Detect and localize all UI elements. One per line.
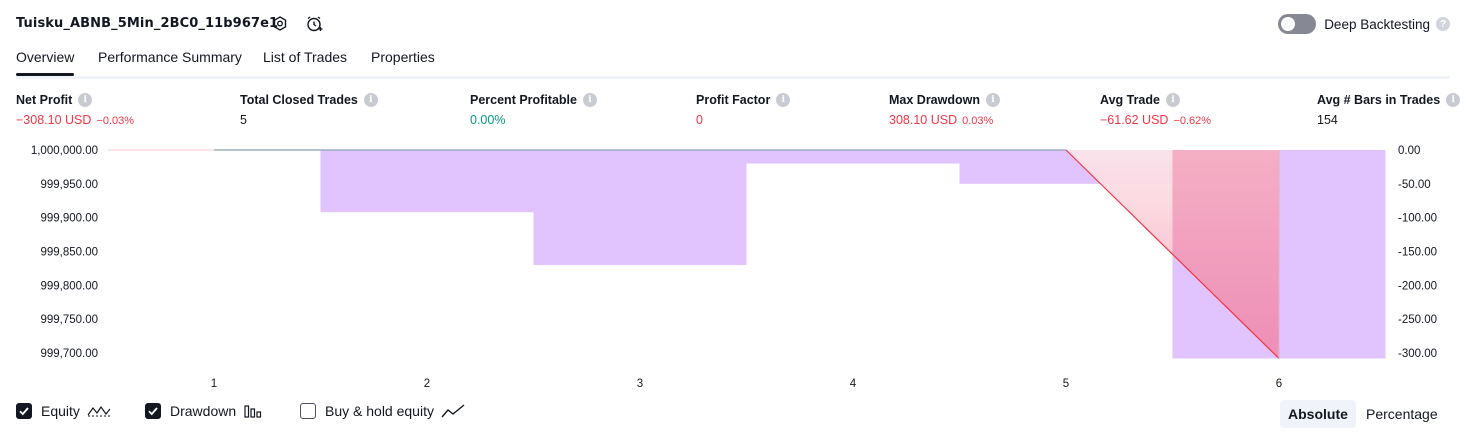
checkbox-checked[interactable]: [145, 403, 161, 419]
metric-profit-factor: Profit Factor i 0: [696, 93, 791, 127]
help-icon[interactable]: ?: [1436, 17, 1450, 31]
metric-value: −61.62 USD: [1100, 113, 1169, 127]
metric-value: 308.10 USD: [889, 113, 958, 127]
deep-backtesting-control: Deep Backtesting ?: [1278, 12, 1450, 36]
left-axis-tick-label: 999,850.00: [40, 247, 98, 259]
left-axis-tick-label: 999,950.00: [40, 179, 98, 191]
right-axis-tick-label: -200.00: [1398, 280, 1437, 292]
x-axis-tick-label: 4: [850, 378, 857, 390]
equity-label: Equity: [41, 403, 80, 419]
absolute-button[interactable]: Absolute: [1280, 400, 1356, 428]
right-axis-tick-label: -300.00: [1398, 348, 1437, 360]
right-axis-tick-label: -50.00: [1398, 179, 1431, 191]
right-axis-tick-label: 0.00: [1398, 145, 1420, 157]
tab-properties[interactable]: Properties: [371, 49, 435, 65]
buy-hold-checkbox[interactable]: Buy & hold equity: [300, 403, 465, 419]
metric-label: Total Closed Trades: [240, 93, 358, 107]
tab-performance-summary[interactable]: Performance Summary: [98, 49, 242, 65]
metric-total-closed-trades: Total Closed Trades i 5: [240, 93, 378, 127]
alarm-clock-plus-icon[interactable]: [304, 14, 324, 34]
buy-hold-label: Buy & hold equity: [325, 403, 434, 419]
strategy-title: Tuisku_ABNB_5Min_2BC0_11b967e1: [16, 16, 279, 31]
info-icon[interactable]: i: [986, 93, 1000, 107]
metric-avg-bars-in-trades: Avg # Bars in Trades i 154: [1317, 93, 1461, 127]
metric-avg-trade: Avg Trade i −61.62 USD −0.62%: [1100, 93, 1211, 127]
right-axis-tick-label: -250.00: [1398, 314, 1437, 326]
info-icon[interactable]: i: [1165, 93, 1180, 107]
drawdown-bars-icon: [243, 403, 263, 419]
x-axis-tick-label: 3: [637, 378, 643, 390]
strategy-header: Tuisku_ABNB_5Min_2BC0_11b967e1 Deep Back…: [16, 8, 1450, 40]
metric-value: 154: [1317, 113, 1338, 127]
deep-backtesting-label: Deep Backtesting: [1324, 16, 1430, 32]
report-tabs: Overview Performance Summary List of Tra…: [16, 44, 1450, 79]
metric-label: Net Profit: [16, 93, 73, 107]
deep-backtesting-toggle[interactable]: [1278, 14, 1317, 34]
x-axis-tick-label: 6: [1276, 378, 1282, 390]
metric-value: −308.10 USD: [16, 113, 92, 127]
drawdown-label: Drawdown: [170, 403, 237, 419]
left-axis-tick-label: 999,750.00: [40, 314, 98, 326]
equity-checkbox[interactable]: Equity: [16, 403, 111, 419]
left-axis-tick-label: 999,900.00: [40, 213, 98, 225]
right-axis-tick-label: -100.00: [1398, 213, 1437, 225]
x-axis-tick-label: 5: [1063, 378, 1069, 390]
info-icon[interactable]: i: [363, 93, 378, 107]
drawdown-bar: [746, 150, 960, 164]
metric-sub-value: −0.62%: [1173, 115, 1212, 127]
info-icon[interactable]: i: [776, 93, 791, 107]
x-axis-tick-label: 1: [211, 378, 217, 390]
metric-value: 0: [696, 113, 703, 127]
metric-value: 0.00%: [470, 113, 506, 127]
metric-label: Max Drawdown: [889, 93, 980, 107]
drawdown-bar: [533, 150, 747, 266]
percentage-button[interactable]: Percentage: [1358, 400, 1446, 428]
toggle-knob: [1281, 17, 1296, 31]
x-axis-tick-label: 2: [424, 378, 430, 390]
buy-hold-line-icon: [441, 403, 465, 419]
metric-net-profit: Net Profit i −308.10 USD −0.03%: [16, 93, 134, 127]
metric-value: 5: [240, 113, 247, 127]
info-icon[interactable]: i: [582, 93, 597, 107]
right-axis-tick-label: -150.00: [1398, 247, 1437, 259]
metric-percent-profitable: Percent Profitable i 0.00%: [470, 93, 597, 127]
metric-sub-value: 0.03%: [962, 115, 994, 127]
checkbox-unchecked[interactable]: [300, 403, 316, 419]
metric-max-drawdown: Max Drawdown i 308.10 USD 0.03%: [889, 93, 1000, 127]
metric-sub-value: −0.03%: [96, 115, 135, 127]
gear-icon[interactable]: [270, 14, 290, 34]
info-icon[interactable]: i: [1446, 93, 1461, 107]
equity-line-icon: [87, 403, 111, 419]
tab-overview[interactable]: Overview: [16, 49, 75, 76]
metric-label: Profit Factor: [696, 93, 771, 107]
metric-label: Percent Profitable: [470, 93, 577, 107]
left-axis-tick-label: 999,800.00: [40, 280, 98, 292]
checkbox-checked[interactable]: [16, 403, 32, 419]
drawdown-checkbox[interactable]: Drawdown: [145, 403, 263, 419]
metric-label: Avg # Bars in Trades: [1317, 93, 1441, 107]
tab-list-of-trades[interactable]: List of Trades: [263, 49, 347, 65]
drawdown-bar: [320, 150, 534, 213]
info-icon[interactable]: i: [78, 93, 93, 107]
equity-drawdown-chart[interactable]: 1,000,000.00 999,950.00 999,900.00 999,850.…: [0, 140, 1466, 395]
left-axis-tick-label: 999,700.00: [40, 348, 98, 360]
metric-label: Avg Trade: [1100, 93, 1160, 107]
left-axis-tick-label: 1,000,000.00: [31, 145, 98, 157]
